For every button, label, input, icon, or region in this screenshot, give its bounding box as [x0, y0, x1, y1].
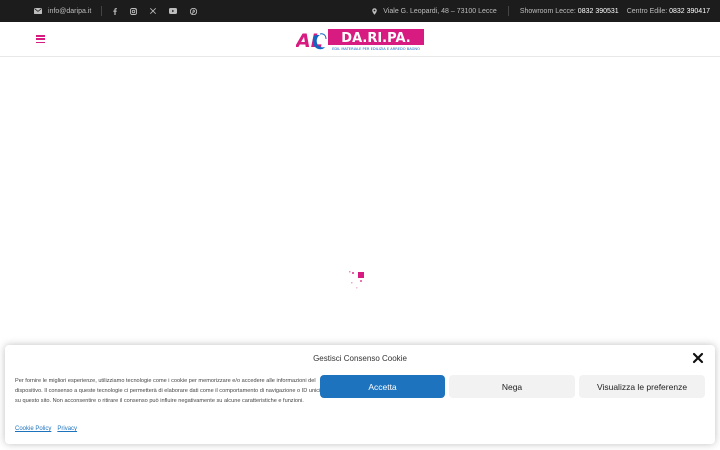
instagram-icon[interactable]: [130, 0, 138, 22]
top-bar: info@daripa.it Viale G. Leopardi, 48 – 7: [0, 0, 720, 22]
site-logo[interactable]: AL DA.RI.PA. EDIL MATERIALE PER EDILIZIA…: [294, 26, 424, 54]
envelope-icon: [34, 8, 42, 14]
accept-button[interactable]: Accetta: [320, 375, 445, 398]
edile-phone[interactable]: Centro Edile: 0832 390417: [627, 8, 710, 15]
divider: [101, 6, 103, 16]
edile-label: Centro Edile:: [626, 7, 668, 15]
map-pin-icon: [372, 7, 378, 15]
x-icon[interactable]: [150, 0, 157, 22]
youtube-icon[interactable]: [169, 0, 178, 22]
logo-name: DA.RI.PA.: [341, 31, 410, 46]
top-bar-left: info@daripa.it: [34, 0, 198, 22]
cookie-description: Per fornire le migliori esperienze, util…: [15, 378, 321, 404]
cookie-consent-banner: Gestisci Consenso Cookie Per fornire le …: [5, 345, 715, 444]
pinterest-icon[interactable]: [190, 0, 198, 22]
email-link[interactable]: info@daripa.it: [34, 8, 91, 15]
address-text: Viale G. Leopardi, 48 – 73100 Lecce: [383, 7, 497, 15]
edile-number: 0832 390417: [669, 7, 710, 15]
showroom-phone[interactable]: Showroom Lecce: 0832 390531: [520, 8, 619, 15]
showroom-number: 0832 390531: [577, 7, 619, 15]
address[interactable]: Viale G. Leopardi, 48 – 73100 Lecce: [372, 8, 497, 15]
view-preferences-button[interactable]: Visualizza le preferenze: [579, 375, 705, 398]
menu-icon[interactable]: [36, 35, 45, 44]
facebook-icon[interactable]: [113, 0, 118, 22]
privacy-link[interactable]: Privacy: [57, 426, 77, 432]
cookie-links: Cookie Policy Privacy: [15, 426, 77, 432]
loading-spinner: [346, 269, 368, 291]
cookie-policy-link[interactable]: Cookie Policy: [15, 426, 51, 432]
deny-button[interactable]: Nega: [449, 375, 575, 398]
logo-tagline: EDIL MATERIALE PER EDILIZIA E ARREDO BAG…: [332, 47, 420, 51]
divider: [507, 6, 509, 16]
close-icon[interactable]: [691, 351, 705, 365]
site-header: AL DA.RI.PA. EDIL MATERIALE PER EDILIZIA…: [0, 22, 720, 57]
social-links: [113, 0, 198, 22]
top-bar-right: Viale G. Leopardi, 48 – 73100 Lecce Show…: [372, 0, 710, 22]
cookie-title: Gestisci Consenso Cookie: [313, 354, 407, 363]
email-text: info@daripa.it: [48, 7, 92, 15]
showroom-label: Showroom Lecce:: [519, 7, 576, 15]
